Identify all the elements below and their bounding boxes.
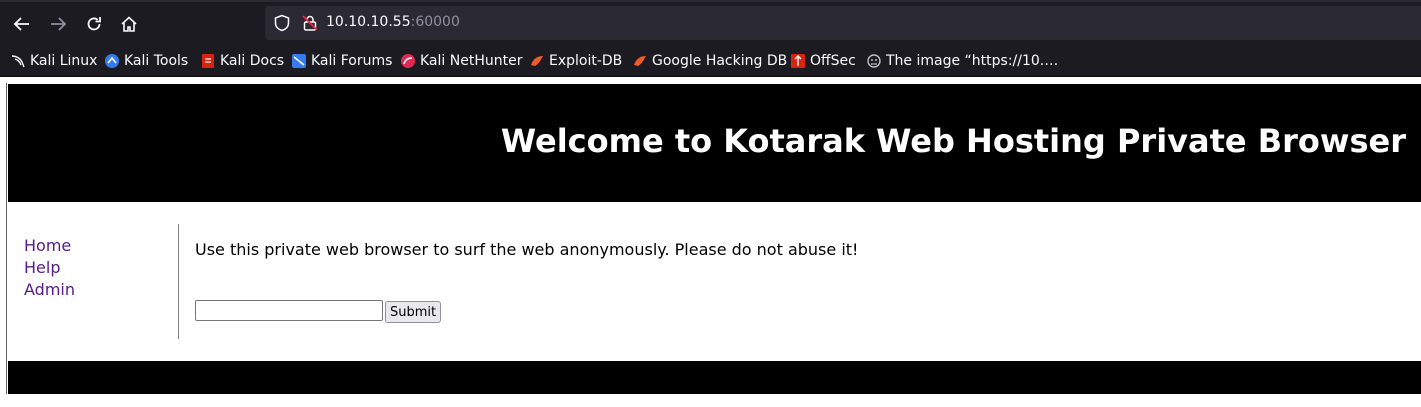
forward-arrow-icon — [51, 17, 67, 31]
bookmark-exploit-db[interactable]: Exploit-DB — [529, 52, 622, 70]
nav-link-admin[interactable]: Admin — [24, 279, 75, 301]
insecure-lock-icon[interactable] — [301, 14, 319, 32]
bookmark-label: Google Hacking DB — [652, 53, 788, 69]
kali-tools-icon — [105, 54, 119, 68]
back-arrow-icon — [13, 17, 29, 31]
kali-nethunter-icon — [401, 54, 415, 68]
vertical-divider — [178, 224, 179, 339]
back-button[interactable] — [6, 8, 38, 40]
web-page: Welcome to Kotarak Web Hosting Private B… — [0, 83, 1421, 407]
page-frame: Welcome to Kotarak Web Hosting Private B… — [6, 83, 1421, 394]
exploit-db-icon — [531, 56, 543, 66]
offsec-icon — [791, 54, 805, 68]
browse-url-input[interactable] — [195, 300, 383, 321]
kali-forums-icon — [292, 54, 306, 68]
site-footer — [8, 361, 1421, 394]
kali-dragon-icon — [11, 55, 25, 68]
site-header: Welcome to Kotarak Web Hosting Private B… — [8, 84, 1421, 202]
bookmark-label: The image “https://10.… — [886, 53, 1059, 69]
shield-icon[interactable] — [273, 14, 291, 32]
bookmark-offsec[interactable]: OffSec — [790, 52, 856, 70]
bookmark-google-hacking-db[interactable]: Google Hacking DB — [632, 52, 787, 70]
bookmark-kali-forums[interactable]: Kali Forums — [291, 52, 392, 70]
bookmark-label: Kali NetHunter — [420, 53, 523, 69]
address-bar[interactable]: 10.10.10.55:60000 — [265, 6, 1421, 40]
bookmarks-toolbar: Kali Linux Kali Tools Kali Docs Kali For… — [0, 46, 1421, 77]
bookmark-label: Kali Docs — [220, 53, 285, 69]
intro-text: Use this private web browser to surf the… — [195, 240, 859, 259]
submit-button[interactable]: Submit — [385, 301, 442, 323]
image-icon — [867, 54, 881, 68]
home-icon — [121, 16, 137, 32]
reload-button[interactable] — [78, 8, 110, 40]
bookmark-label: Kali Forums — [311, 53, 393, 69]
bookmark-image[interactable]: The image “https://10.… — [866, 52, 1058, 70]
bookmark-kali-nethunter[interactable]: Kali NetHunter — [400, 52, 522, 70]
side-navigation: Home Help Admin — [24, 235, 75, 301]
page-title: Welcome to Kotarak Web Hosting Private B… — [500, 122, 1406, 160]
bookmark-label: Kali Tools — [124, 53, 189, 69]
bookmark-label: Kali Linux — [30, 53, 98, 69]
forward-button[interactable] — [42, 8, 74, 40]
navigation-toolbar: 10.10.10.55:60000 — [0, 0, 1421, 46]
url-text[interactable]: 10.10.10.55:60000 — [326, 14, 460, 30]
kali-docs-icon — [202, 54, 214, 68]
home-button[interactable] — [113, 8, 145, 40]
reload-icon — [87, 17, 101, 31]
nav-link-home[interactable]: Home — [24, 235, 75, 257]
bookmark-kali-tools[interactable]: Kali Tools — [104, 52, 188, 70]
url-host: 10.10.10.55 — [326, 14, 411, 30]
browser-chrome: 10.10.10.55:60000 Kali Linux Kali Tools … — [0, 0, 1421, 77]
bookmark-kali-linux[interactable]: Kali Linux — [10, 52, 97, 70]
url-port: :60000 — [410, 14, 460, 30]
nav-link-help[interactable]: Help — [24, 257, 75, 279]
bookmark-kali-docs[interactable]: Kali Docs — [200, 52, 284, 70]
bookmark-label: OffSec — [810, 53, 856, 69]
bookmark-label: Exploit-DB — [549, 53, 623, 69]
ghdb-icon — [634, 56, 646, 66]
